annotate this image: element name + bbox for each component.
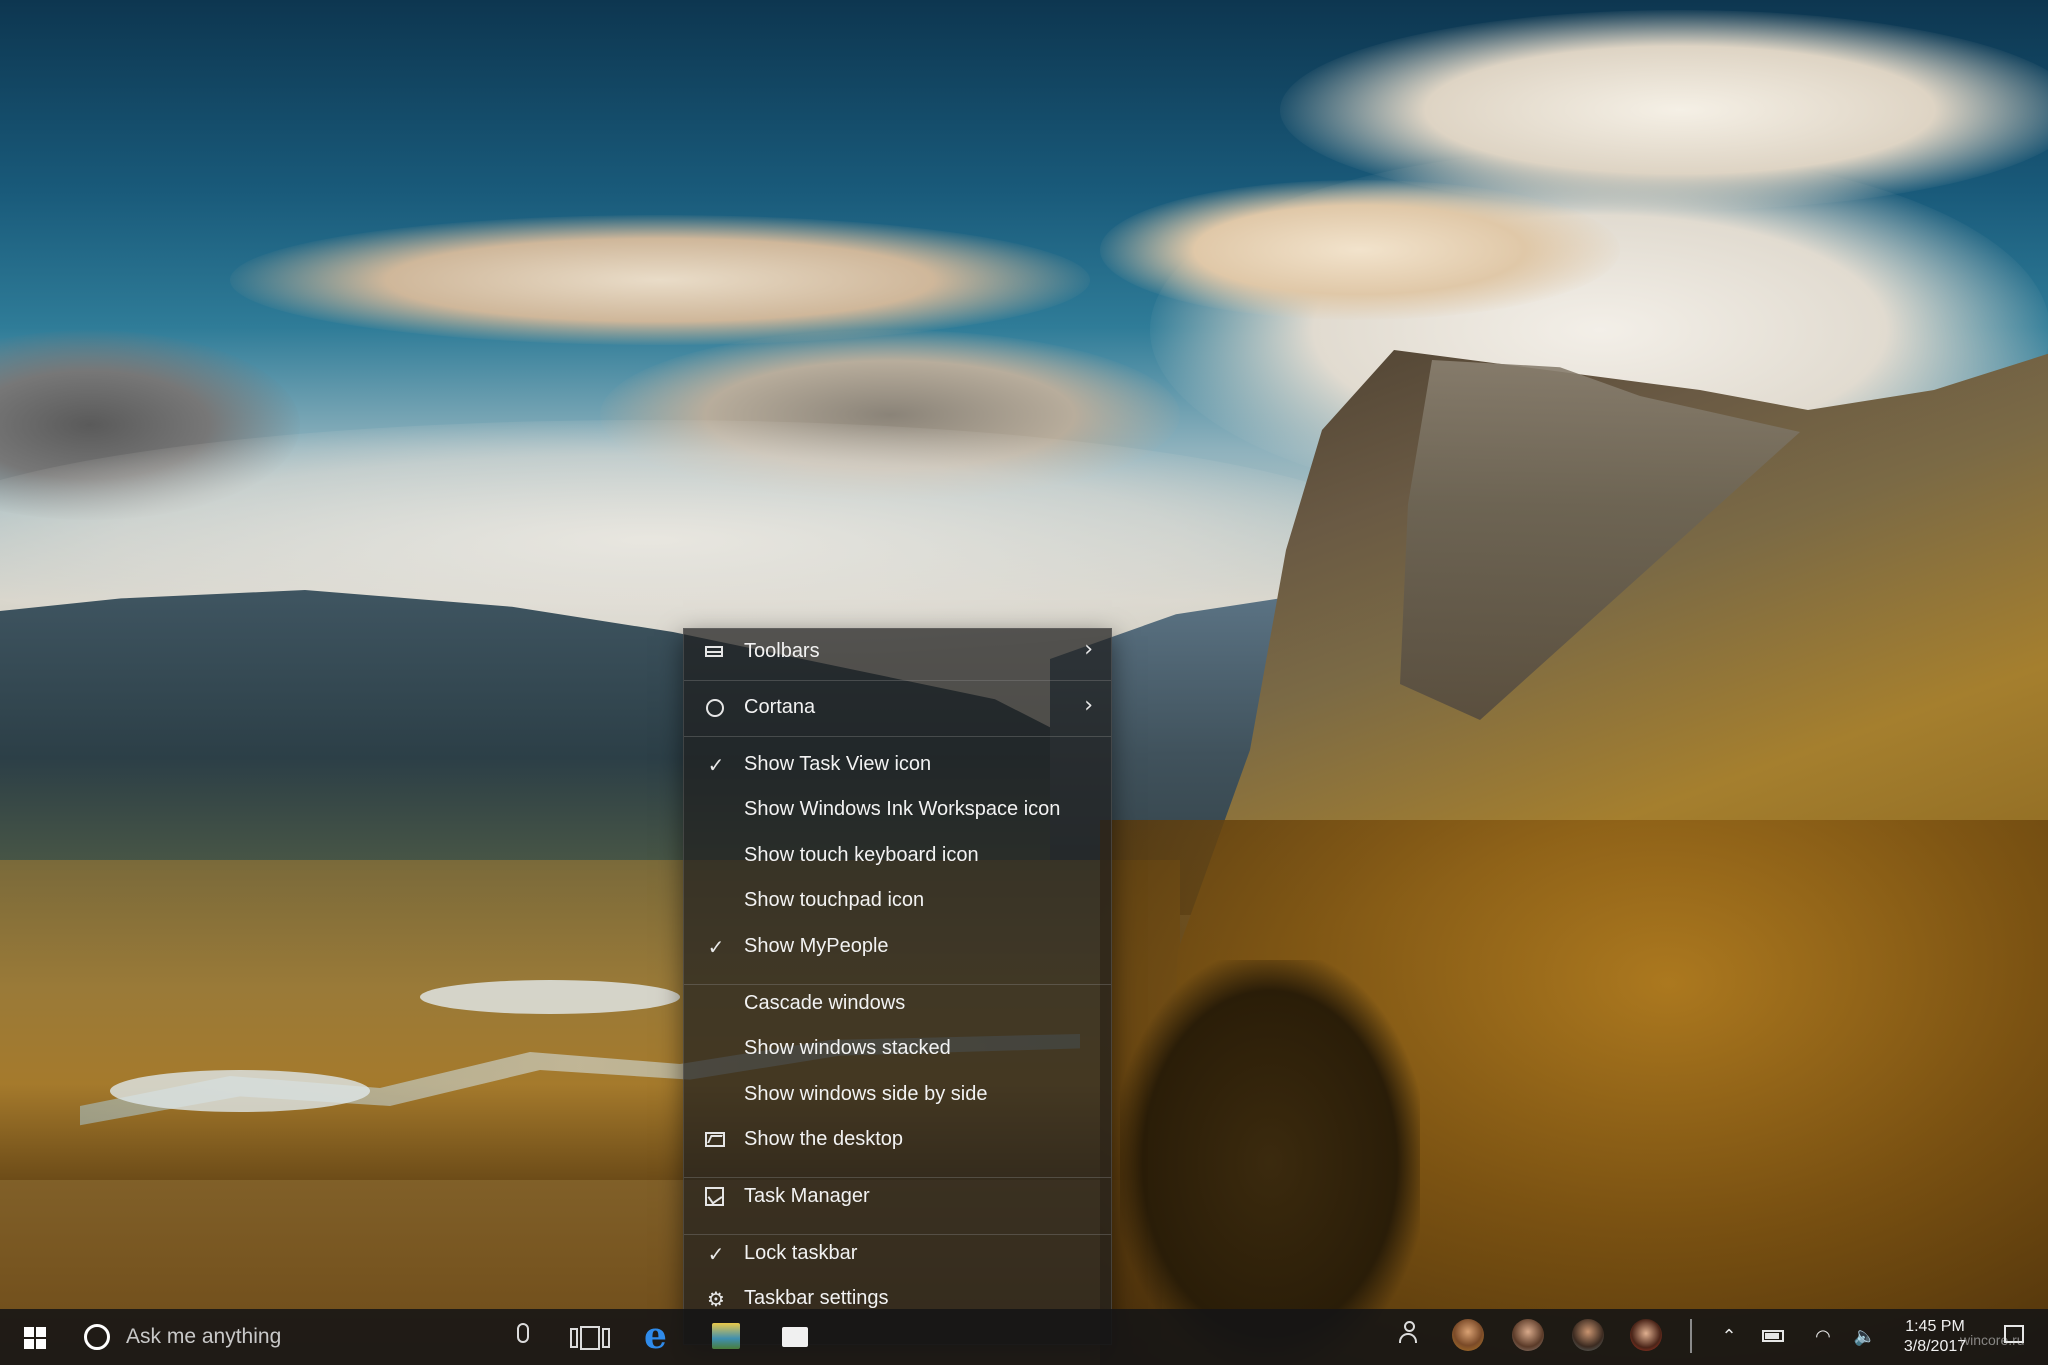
volume-icon[interactable]: 🔈 [1850,1309,1880,1365]
menu-item-label: Lock taskbar [744,1242,858,1264]
task-view-button[interactable] [568,1309,614,1365]
cloud [1100,180,1620,320]
checkmark-icon: ✓ [707,753,725,777]
menu-item-show-desktop[interactable]: Show the desktop [684,1117,1111,1162]
cloud [230,215,1090,345]
menu-item-cortana[interactable]: Cortana › [684,685,1111,730]
menu-item-show-ink-workspace[interactable]: Show Windows Ink Workspace icon [684,787,1111,832]
chevron-right-icon: › [1084,693,1093,718]
cortana-search-box[interactable]: Ask me anything [72,1309,532,1365]
taskbar: Ask me anything e ⌃ ◠ 🔈 1:45 PM 3/8/2017 [0,1309,2048,1365]
avatar[interactable] [1510,1309,1546,1365]
menu-item-show-mypeople[interactable]: ✓ Show MyPeople [684,924,1111,969]
menu-item-label: Show Windows Ink Workspace icon [744,798,1061,820]
menu-item-task-manager[interactable]: Task Manager [684,1174,1111,1219]
menu-item-label: Show touch keyboard icon [744,844,979,866]
menu-item-toolbars[interactable]: Toolbars › [684,629,1111,674]
chevron-right-icon: › [1084,637,1093,662]
show-desktop-icon [705,1132,725,1147]
checkmark-icon: ✓ [707,1242,725,1266]
menu-item-lock-taskbar[interactable]: ✓ Lock taskbar [684,1231,1111,1276]
task-manager-icon [705,1187,724,1206]
edge-icon[interactable]: e [640,1309,680,1365]
avatar[interactable] [1450,1309,1486,1365]
menu-item-windows-stacked[interactable]: Show windows stacked [684,1026,1111,1071]
lake [420,980,680,1014]
search-placeholder: Ask me anything [126,1325,282,1348]
menu-item-label: Toolbars [744,640,820,662]
chevron-up-icon[interactable]: ⌃ [1714,1309,1744,1365]
windows-logo-icon [24,1327,46,1349]
menu-divider [684,680,1111,681]
lake [110,1070,370,1112]
watermark: wincore.ru [1960,1332,2025,1348]
tray-divider [1690,1309,1692,1365]
checkmark-icon: ✓ [707,935,725,959]
menu-item-show-touch-keyboard[interactable]: Show touch keyboard icon [684,833,1111,878]
cortana-icon [706,699,724,717]
avatar[interactable] [1628,1309,1664,1365]
battery-icon[interactable] [1760,1309,1790,1365]
menu-item-label: Task Manager [744,1185,870,1207]
menu-item-label: Cascade windows [744,992,906,1014]
menu-divider [684,736,1111,737]
cortana-icon [84,1324,110,1350]
menu-item-label: Show touchpad icon [744,889,925,911]
toolbars-icon [705,646,723,657]
menu-item-windows-side-by-side[interactable]: Show windows side by side [684,1072,1111,1117]
taskbar-context-menu: Toolbars › Cortana › ✓ Show Task View ic… [683,628,1112,1345]
file-app-icon[interactable] [776,1309,816,1365]
avatar[interactable] [1570,1309,1606,1365]
menu-item-cascade-windows[interactable]: Cascade windows [684,981,1111,1026]
menu-item-label: Show windows stacked [744,1037,951,1059]
photos-app-icon[interactable] [706,1309,746,1365]
microphone-icon[interactable] [517,1323,529,1343]
wifi-icon[interactable]: ◠ [1808,1309,1838,1365]
people-icon[interactable] [1395,1309,1425,1365]
menu-item-label: Taskbar settings [744,1287,889,1309]
start-button[interactable] [0,1309,72,1365]
menu-item-label: Show the desktop [744,1128,903,1150]
menu-item-label: Cortana [744,696,816,718]
menu-item-show-task-view[interactable]: ✓ Show Task View icon [684,742,1111,787]
trees [1120,960,1420,1365]
menu-item-label: Show windows side by side [744,1083,988,1105]
menu-item-show-touchpad[interactable]: Show touchpad icon [684,878,1111,923]
menu-item-label: Show MyPeople [744,935,889,957]
gear-icon: ⚙ [707,1287,725,1311]
menu-item-label: Show Task View icon [744,753,932,775]
